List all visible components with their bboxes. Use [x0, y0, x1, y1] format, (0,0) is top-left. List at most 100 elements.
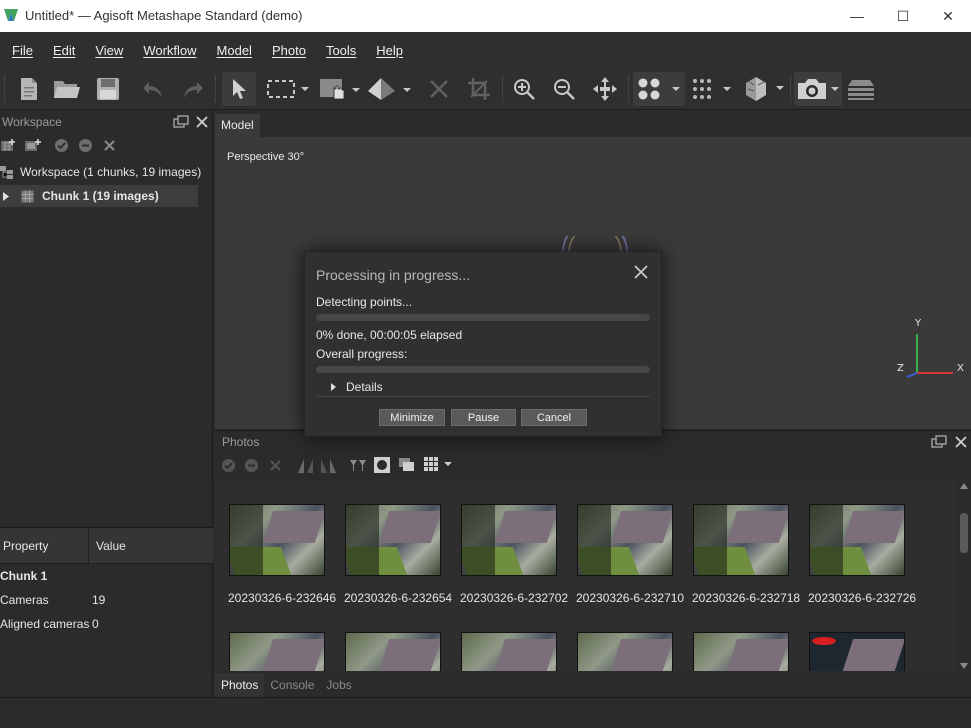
view-mode-icon[interactable] [424, 457, 454, 473]
camera-icon[interactable] [794, 72, 842, 106]
float-panel-icon[interactable] [173, 115, 189, 129]
photo-thumbnail[interactable] [809, 504, 905, 576]
add-photos-icon[interactable] [24, 138, 42, 154]
step-label: Detecting points... [316, 295, 413, 309]
photo-thumbnail[interactable] [809, 632, 905, 671]
photo-label: 20230326-6-232646 [228, 591, 337, 605]
photo-thumbnail[interactable] [461, 504, 557, 576]
photo-thumbnail[interactable] [577, 632, 673, 671]
menu-model[interactable]: Model [207, 43, 262, 58]
rect-select-icon[interactable] [262, 72, 312, 106]
details-expander[interactable]: Details [316, 379, 650, 397]
minimize-window-button[interactable]: — [834, 0, 880, 32]
menu-edit[interactable]: Edit [43, 43, 85, 58]
workspace-root-label: Workspace (1 chunks, 19 images) [20, 165, 202, 179]
photo-thumbnail[interactable] [693, 632, 789, 671]
zoom-in-icon[interactable] [508, 72, 540, 106]
navigation-icon[interactable] [316, 72, 362, 106]
photos-grid: 20230326-6-232646 20230326-6-232654 2023… [215, 481, 955, 671]
model-icon[interactable] [738, 72, 788, 106]
tab-console[interactable]: Console [264, 673, 320, 698]
photo-thumbnail[interactable] [461, 632, 557, 671]
rotate-right-icon[interactable] [320, 457, 338, 474]
reset-view-icon[interactable] [588, 72, 622, 106]
undo-icon[interactable] [138, 72, 168, 106]
value-column-header[interactable]: Value [96, 539, 126, 553]
workspace-root-row[interactable]: Workspace (1 chunks, 19 images) [0, 161, 213, 183]
workspace-panel-title: Workspace [2, 115, 62, 129]
menu-workflow[interactable]: Workflow [133, 43, 206, 58]
workspace-icon [0, 166, 13, 179]
properties-header: Property Value [0, 528, 213, 564]
menu-view[interactable]: View [85, 43, 133, 58]
disable-icon[interactable] [244, 458, 259, 473]
minimize-button[interactable]: Minimize [379, 409, 445, 426]
delete-icon[interactable] [424, 72, 454, 106]
enable-icon[interactable] [221, 458, 236, 473]
remove-icon[interactable] [103, 139, 116, 152]
close-panel-icon[interactable] [195, 115, 209, 129]
disable-icon[interactable] [78, 138, 93, 153]
property-column-header[interactable]: Property [3, 539, 48, 553]
menu-file[interactable]: File [2, 43, 43, 58]
tab-photos[interactable]: Photos [215, 673, 265, 698]
expand-chevron-icon[interactable] [331, 383, 336, 391]
menu-help[interactable]: Help [366, 43, 413, 58]
photo-label: 20230326-6-232710 [576, 591, 685, 605]
rotate-left-icon[interactable] [297, 457, 315, 474]
menu-photo[interactable]: Photo [262, 43, 316, 58]
layers-icon[interactable] [846, 72, 876, 106]
bottom-tab-bar: Photos Console Jobs [215, 673, 971, 698]
mask-icon[interactable] [374, 457, 390, 473]
point-cloud-icon[interactable] [633, 72, 685, 106]
ruler-icon[interactable] [364, 72, 414, 106]
zoom-out-icon[interactable] [548, 72, 580, 106]
close-window-button[interactable]: ✕ [925, 0, 971, 32]
float-panel-icon[interactable] [931, 435, 947, 449]
property-name: Aligned cameras [0, 617, 90, 631]
add-chunk-icon[interactable] [0, 138, 16, 154]
tab-model[interactable]: Model [215, 114, 260, 137]
photo-label: 20230326-6-232702 [460, 591, 569, 605]
toolbar-grip[interactable] [628, 76, 631, 102]
pause-button[interactable]: Pause [451, 409, 516, 426]
new-icon[interactable] [14, 72, 44, 106]
toolbar-grip[interactable] [215, 76, 218, 102]
tab-jobs[interactable]: Jobs [320, 673, 357, 698]
chunk-row[interactable]: Chunk 1 (19 images) [0, 185, 198, 207]
menu-tools[interactable]: Tools [316, 43, 366, 58]
photo-thumbnail[interactable] [577, 504, 673, 576]
photo-thumbnail[interactable] [345, 504, 441, 576]
reset-filter-icon[interactable] [349, 458, 367, 473]
cancel-button[interactable]: Cancel [521, 409, 587, 426]
open-icon[interactable] [50, 72, 84, 106]
expand-chevron-icon[interactable] [3, 191, 9, 201]
redo-icon[interactable] [178, 72, 208, 106]
close-icon[interactable] [633, 264, 649, 280]
toolbar-grip[interactable] [4, 76, 7, 102]
toolbar-grip[interactable] [502, 76, 505, 102]
photo-thumbnail[interactable] [229, 632, 325, 671]
remove-icon[interactable] [269, 459, 282, 472]
window-title: Untitled* — Agisoft Metashape Standard (… [25, 8, 303, 23]
photos-scrollbar[interactable] [957, 481, 971, 671]
photo-thumbnail[interactable] [345, 632, 441, 671]
photo-thumbnail[interactable] [229, 504, 325, 576]
scroll-up-icon[interactable] [960, 483, 968, 489]
select-icon[interactable] [222, 72, 256, 106]
processing-dialog: Processing in progress... Detecting poin… [304, 251, 662, 437]
dense-points-icon[interactable] [688, 72, 736, 106]
photo-thumbnail[interactable] [693, 504, 789, 576]
enable-icon[interactable] [54, 138, 69, 153]
maximize-window-button[interactable]: ☐ [880, 0, 926, 32]
close-panel-icon[interactable] [954, 435, 968, 449]
workspace-toolbar [0, 135, 213, 157]
photo-label: 20230326-6-232726 [808, 591, 917, 605]
crop-icon[interactable] [464, 72, 494, 106]
toolbar-grip[interactable] [790, 76, 793, 102]
axis-y-label: Y [914, 318, 922, 329]
scroll-down-icon[interactable] [960, 663, 968, 669]
overlap-icon[interactable] [399, 458, 415, 472]
scrollbar-thumb[interactable] [960, 513, 968, 553]
save-icon[interactable] [92, 72, 124, 106]
